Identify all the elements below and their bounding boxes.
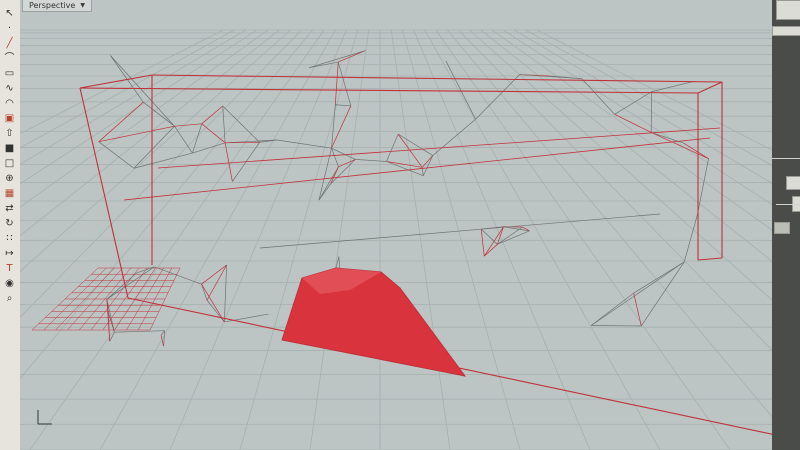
- box-edge: [79, 87, 129, 299]
- component-node-icon[interactable]: [786, 176, 800, 190]
- cell-edge: [549, 75, 582, 80]
- cell-edge: [432, 118, 476, 156]
- cell-edge: [483, 226, 504, 257]
- cell-edge: [480, 229, 485, 257]
- connector-wire: [776, 204, 800, 205]
- analyze-icon[interactable]: ⌕: [2, 291, 17, 306]
- cell-edge: [206, 300, 225, 323]
- cell-edge: [614, 91, 652, 115]
- cell-edge: [475, 74, 520, 120]
- box-edge: [697, 257, 723, 261]
- cell-edge: [334, 62, 339, 105]
- select-icon[interactable]: ↖: [2, 6, 17, 21]
- component-node-icon[interactable]: [774, 222, 790, 234]
- surface-icon[interactable]: ▣: [2, 111, 17, 126]
- grasshopper-panel: [772, 0, 800, 450]
- cell-edge: [98, 101, 144, 142]
- grid-highlight-patch: [31, 267, 181, 331]
- rectangle-icon[interactable]: ▭: [2, 66, 17, 81]
- box-red-edges: [79, 74, 772, 435]
- cell-edge: [98, 125, 175, 143]
- transform-icon[interactable]: ⇄: [2, 201, 17, 216]
- cell-edge: [480, 228, 498, 245]
- cell-edge: [174, 123, 202, 127]
- viewport-title: Perspective: [29, 1, 76, 10]
- panel-header: [776, 0, 800, 20]
- cell-edge: [614, 114, 652, 133]
- cell-edge: [330, 159, 356, 184]
- line-icon[interactable]: ╱: [2, 36, 17, 51]
- cell-edge: [581, 78, 615, 115]
- box-icon[interactable]: □: [2, 156, 17, 171]
- cell-edge: [633, 261, 685, 294]
- tool-palette: ↖ · ╱ ⌒ ▭ ∿ ◠ ▣ ⇧ ■ □ ⊕ ▦ ⇄ ↻ ∷ ↦ T ◉ ⌕: [0, 0, 21, 450]
- cell-edge: [330, 166, 339, 184]
- extrude-icon[interactable]: ⇧: [2, 126, 17, 141]
- cell-edge: [192, 123, 203, 154]
- cell-edge: [109, 332, 115, 342]
- panel-tabs[interactable]: [772, 26, 800, 36]
- cell-edge: [355, 159, 387, 162]
- chevron-down-icon[interactable]: ▼: [80, 0, 85, 11]
- render-icon[interactable]: ◉: [2, 276, 17, 291]
- curve-icon[interactable]: ∿: [2, 81, 17, 96]
- cell-edge: [222, 105, 260, 143]
- cell-edge: [133, 125, 175, 169]
- cell-edge: [277, 139, 332, 149]
- mesh-icon[interactable]: ▦: [2, 186, 17, 201]
- cell-edge: [163, 330, 165, 347]
- connector-wire: [772, 158, 800, 159]
- 3d-scene[interactable]: [20, 0, 772, 450]
- cell-edge: [422, 155, 434, 176]
- cell-edge: [590, 292, 634, 326]
- cell-edge: [335, 104, 351, 107]
- array-icon[interactable]: ∷: [2, 231, 17, 246]
- cell-edge: [224, 264, 227, 322]
- cell-edge: [201, 123, 226, 144]
- cell-edge: [683, 142, 709, 159]
- cell-edge: [651, 132, 709, 159]
- viewport-title-tab[interactable]: Perspective ▼: [22, 0, 92, 12]
- cell-edge: [640, 261, 685, 327]
- cell-edge: [110, 55, 175, 127]
- boolean-icon[interactable]: ⊕: [2, 171, 17, 186]
- text-icon[interactable]: T: [2, 261, 17, 276]
- cell-edge: [337, 61, 352, 106]
- box-edge: [697, 81, 723, 94]
- cell-edge: [174, 126, 193, 154]
- cell-edge: [201, 264, 227, 285]
- cell-edge: [421, 155, 434, 168]
- cell-edge: [338, 159, 356, 168]
- cell-edge: [114, 330, 165, 333]
- cell-edge: [445, 60, 476, 120]
- cell-edge: [106, 272, 137, 300]
- dimension-icon[interactable]: ↦: [2, 246, 17, 261]
- cell-edge: [224, 313, 269, 323]
- point-icon[interactable]: ·: [2, 21, 17, 36]
- section-line: [259, 213, 661, 249]
- cell-edge: [154, 266, 202, 285]
- rotate-icon[interactable]: ↻: [2, 216, 17, 231]
- cell-edge: [683, 215, 698, 262]
- cell-edge: [651, 80, 695, 93]
- perspective-viewport[interactable]: Perspective ▼: [20, 0, 772, 450]
- cell-edge: [143, 101, 175, 127]
- cell-edge: [633, 293, 642, 327]
- cell-edge: [397, 133, 434, 156]
- cell-edge: [318, 166, 339, 201]
- cell-edge: [308, 50, 366, 69]
- solid-icon[interactable]: ■: [2, 141, 17, 156]
- arc-icon[interactable]: ◠: [2, 96, 17, 111]
- polyline-icon[interactable]: ⌒: [2, 51, 17, 66]
